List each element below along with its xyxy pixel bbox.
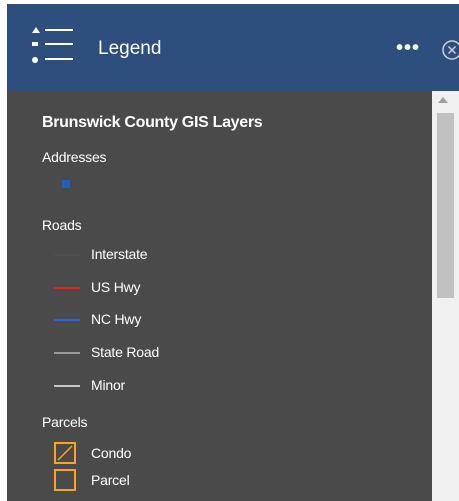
road-symbol-us-hwy [54, 287, 80, 289]
address-point-symbol [62, 180, 70, 188]
legend-item-nc-hwy: NC Hwy [91, 311, 142, 327]
legend-item-condo: Condo [91, 445, 132, 461]
group-label-addresses: Addresses [42, 149, 107, 165]
legend-content: Brunswick County GIS Layers Addresses Ro… [7, 91, 432, 501]
legend-item-parcel: Parcel [91, 472, 130, 488]
close-icon[interactable] [440, 38, 459, 62]
legend-item-interstate: Interstate [91, 246, 148, 262]
legend-list-icon [32, 27, 73, 63]
legend-header: Legend ••• [7, 4, 459, 91]
road-symbol-minor [54, 385, 80, 387]
parcel-outline-symbol [54, 469, 76, 491]
legend-item-minor: Minor [91, 377, 126, 393]
legend-item-state-road: State Road [91, 344, 160, 360]
group-label-parcels: Parcels [42, 414, 88, 430]
road-symbol-interstate [54, 254, 80, 256]
panel-title: Legend [98, 38, 162, 59]
scrollbar-thumb[interactable] [437, 113, 454, 298]
scroll-up-arrow-icon[interactable] [438, 97, 448, 103]
layer-title: Brunswick County GIS Layers [42, 114, 263, 131]
road-symbol-nc-hwy [54, 319, 80, 321]
legend-panel: Legend ••• Brunswick County GIS Layers A… [0, 0, 459, 501]
more-icon[interactable]: ••• [396, 37, 424, 61]
condo-hatched-symbol [54, 442, 76, 464]
scrollbar[interactable] [432, 91, 459, 501]
group-label-roads: Roads [42, 217, 82, 233]
legend-item-us-hwy: US Hwy [91, 279, 141, 295]
road-symbol-state-road [54, 352, 80, 354]
condo-hatch-lines [57, 445, 73, 461]
